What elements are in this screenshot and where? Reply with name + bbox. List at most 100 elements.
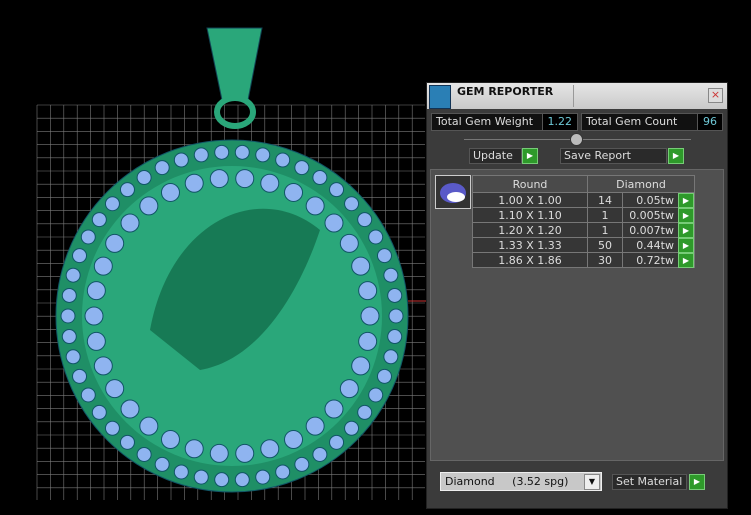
gem <box>324 399 344 419</box>
gem <box>351 356 371 376</box>
set-material-go-icon[interactable]: ▶ <box>689 474 705 490</box>
gem <box>339 233 359 253</box>
gem <box>357 212 373 228</box>
gem <box>284 182 304 202</box>
header-material: Diamond <box>587 175 695 193</box>
gem <box>339 379 359 399</box>
gem <box>193 469 209 485</box>
gem <box>387 287 403 303</box>
gem <box>255 147 271 163</box>
gem <box>65 349 81 365</box>
gem <box>61 287 77 303</box>
gem <box>119 182 135 198</box>
gem <box>294 160 310 176</box>
gem-size: 1.20 X 1.20 <box>472 222 588 238</box>
gem <box>91 212 107 228</box>
table-row: 1.10 X 1.10 1 0.005tw ▶ <box>472 207 695 223</box>
header-shape: Round <box>472 175 588 193</box>
gem-count: 30 <box>587 252 623 268</box>
pendant-bail <box>206 27 263 101</box>
gem-reporter-panel: GEM REPORTER × Total Gem Weight 1.22 Tot… <box>426 82 728 509</box>
gem-count: 14 <box>587 192 623 208</box>
panel-title: GEM REPORTER <box>457 85 554 98</box>
gem <box>93 356 113 376</box>
gem <box>209 169 229 189</box>
gem-reporter-icon <box>429 85 451 109</box>
gem <box>260 439 280 459</box>
gem <box>376 368 392 384</box>
total-gem-weight: Total Gem Weight 1.22 <box>431 113 578 131</box>
gem <box>154 456 170 472</box>
gem-size: 1.10 X 1.10 <box>472 207 588 223</box>
save-report-go-icon[interactable]: ▶ <box>668 148 684 164</box>
gem <box>387 329 403 345</box>
row-go-icon[interactable]: ▶ <box>678 238 694 253</box>
gem <box>160 430 180 450</box>
total-count-label: Total Gem Count <box>586 115 678 128</box>
gem <box>184 173 204 193</box>
gem <box>120 399 140 419</box>
gem <box>214 472 230 488</box>
row-go-icon[interactable]: ▶ <box>678 253 694 268</box>
gem <box>260 173 280 193</box>
gem <box>214 144 230 160</box>
gem <box>312 170 328 186</box>
gem <box>86 281 106 301</box>
gem <box>383 267 399 283</box>
row-go-icon[interactable]: ▶ <box>678 208 694 223</box>
gem <box>344 420 360 436</box>
chevron-down-icon[interactable]: ▼ <box>584 474 600 490</box>
close-button[interactable]: × <box>708 88 723 103</box>
gem <box>80 229 96 245</box>
gem-count: 50 <box>587 237 623 253</box>
gem <box>235 443 255 463</box>
gem <box>357 404 373 420</box>
row-go-icon[interactable]: ▶ <box>678 193 694 208</box>
gem <box>209 443 229 463</box>
gem <box>104 420 120 436</box>
gem <box>65 267 81 283</box>
gem-size: 1.86 X 1.86 <box>472 252 588 268</box>
gem-weight: 0.72tw <box>636 253 674 267</box>
gem <box>60 308 76 324</box>
gem <box>84 306 104 326</box>
gem <box>360 306 380 326</box>
gem <box>329 182 345 198</box>
gem-weight: 0.007tw <box>629 223 674 237</box>
update-button[interactable]: Update <box>469 148 522 164</box>
gem <box>91 404 107 420</box>
gem <box>275 464 291 480</box>
title-bar[interactable]: GEM REPORTER × <box>427 83 727 109</box>
gem <box>312 446 328 462</box>
gem <box>80 387 96 403</box>
gem <box>139 196 159 216</box>
table-row: 1.33 X 1.33 50 0.44tw ▶ <box>472 237 695 253</box>
material-select[interactable]: Diamond (3.52 spg) ▼ <box>440 472 602 491</box>
gem <box>61 329 77 345</box>
gem-weight: 0.05tw <box>636 193 674 207</box>
gem-count: 1 <box>587 222 623 238</box>
gem <box>104 196 120 212</box>
gem <box>235 169 255 189</box>
slider-handle[interactable] <box>570 133 583 146</box>
gem-size: 1.33 X 1.33 <box>472 237 588 253</box>
gem-count: 1 <box>587 207 623 223</box>
gem <box>358 281 378 301</box>
round-gem-icon <box>435 175 471 209</box>
row-go-icon[interactable]: ▶ <box>678 223 694 238</box>
gem <box>136 170 152 186</box>
gem <box>193 147 209 163</box>
update-go-icon[interactable]: ▶ <box>522 148 538 164</box>
gem <box>154 160 170 176</box>
gem <box>344 196 360 212</box>
gem <box>86 331 106 351</box>
save-report-button[interactable]: Save Report <box>560 148 667 164</box>
total-count-value: 96 <box>697 114 722 130</box>
total-weight-label: Total Gem Weight <box>436 115 534 128</box>
gem <box>234 472 250 488</box>
gem-weight: 0.44tw <box>636 238 674 252</box>
gem <box>173 152 189 168</box>
gem <box>358 331 378 351</box>
set-material-button[interactable]: Set Material <box>612 474 687 490</box>
gem <box>234 144 250 160</box>
